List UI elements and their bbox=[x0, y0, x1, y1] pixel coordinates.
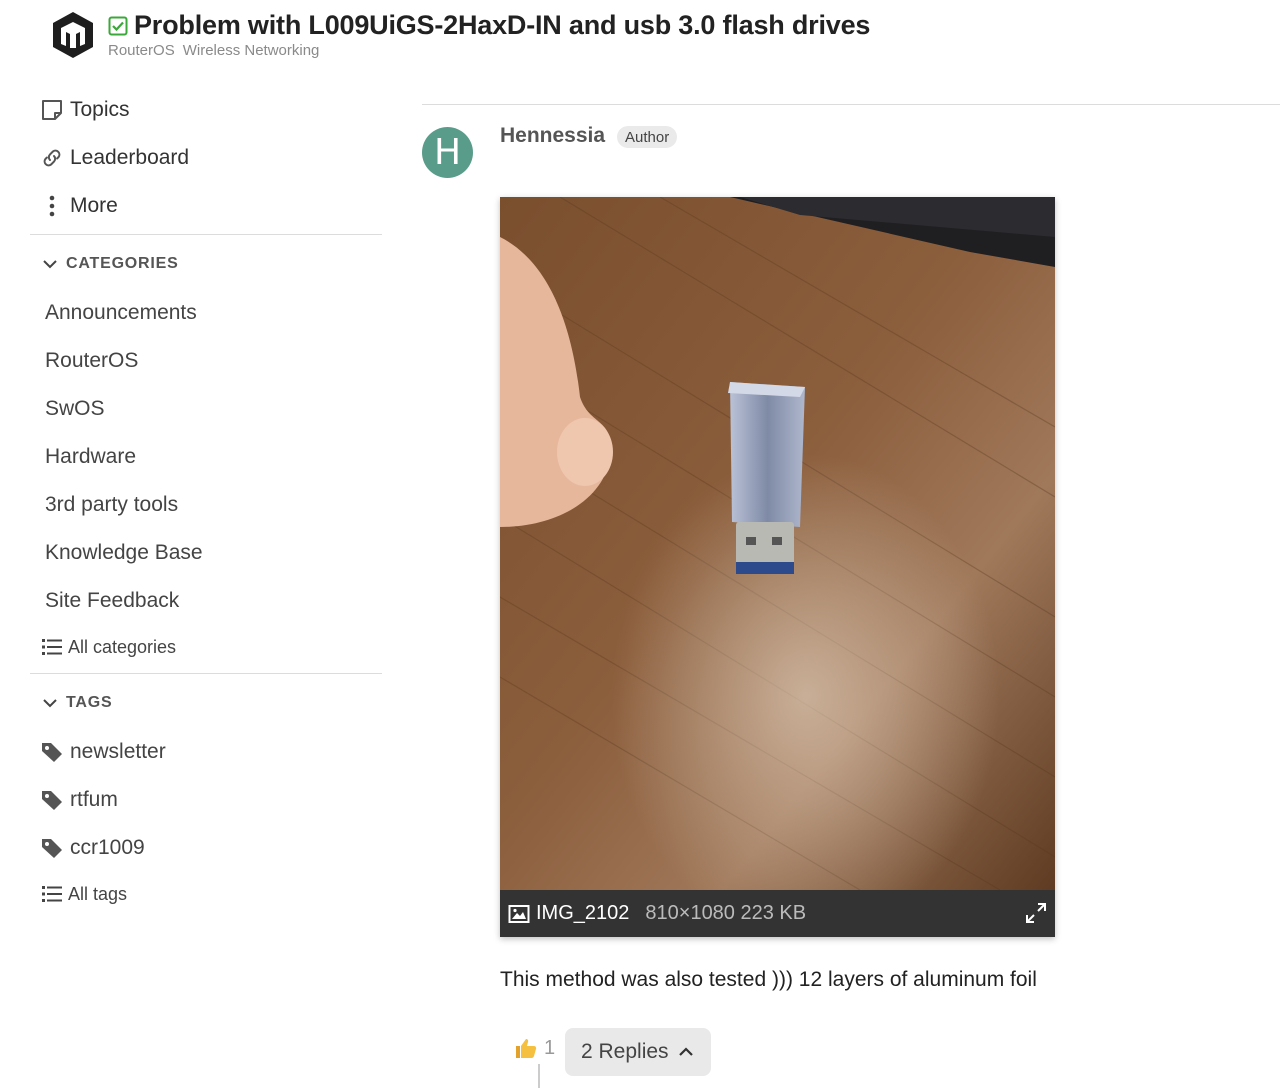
post-body-text: This method was also tested ))) 12 layer… bbox=[500, 968, 1037, 991]
image-filename: IMG_2102 bbox=[536, 902, 630, 924]
image-info: 810×1080 223 KB bbox=[645, 902, 807, 924]
topic-title-row: Problem with L009UiGS-2HaxD-IN and usb 3… bbox=[108, 10, 870, 41]
tags-section-toggle[interactable]: TAGS bbox=[30, 678, 382, 728]
link-icon bbox=[40, 146, 64, 170]
tag-icon bbox=[42, 743, 62, 762]
sidebar-item-leaderboard[interactable]: Leaderboard bbox=[30, 134, 382, 182]
like-count: 1 bbox=[544, 1036, 556, 1059]
topics-icon bbox=[40, 98, 64, 122]
chevron-down-icon bbox=[43, 260, 57, 269]
sidebar-category-site-feedback[interactable]: Site Feedback bbox=[30, 577, 382, 625]
image-icon bbox=[508, 904, 530, 923]
expand-icon[interactable] bbox=[1025, 902, 1047, 924]
list-icon bbox=[42, 639, 62, 655]
categories-heading: CATEGORIES bbox=[66, 255, 179, 272]
usb-drive-photo bbox=[500, 197, 1055, 890]
sidebar-category-3rd-party-tools[interactable]: 3rd party tools bbox=[30, 481, 382, 529]
thumbs-up-icon bbox=[516, 1039, 537, 1058]
sidebar-tag-ccr1009[interactable]: ccr1009 bbox=[30, 824, 382, 872]
all-tags-link[interactable]: All tags bbox=[30, 872, 382, 916]
tag-icon bbox=[42, 839, 62, 858]
avatar[interactable]: H bbox=[422, 127, 473, 178]
image-meta-bar: IMG_2102 810×1080 223 KB bbox=[500, 890, 1055, 937]
sidebar-category-hardware[interactable]: Hardware bbox=[30, 433, 382, 481]
sidebar-category-routeros[interactable]: RouterOS bbox=[30, 337, 382, 385]
mikrotik-logo-icon bbox=[53, 12, 93, 58]
chevron-up-icon bbox=[678, 1047, 693, 1056]
post-divider bbox=[422, 104, 1280, 105]
replies-label: 2 Replies bbox=[581, 1040, 669, 1063]
tags-heading: TAGS bbox=[66, 694, 113, 711]
sidebar-category-swos[interactable]: SwOS bbox=[30, 385, 382, 433]
breadcrumb: RouterOS Wireless Networking bbox=[108, 42, 319, 59]
sidebar-tag-rtfum[interactable]: rtfum bbox=[30, 776, 382, 824]
sidebar-divider bbox=[30, 234, 382, 235]
tag-label: rtfum bbox=[70, 788, 118, 811]
chevron-down-icon bbox=[43, 699, 57, 708]
breadcrumb-category[interactable]: RouterOS bbox=[108, 42, 175, 59]
sidebar-tag-newsletter[interactable]: newsletter bbox=[30, 728, 382, 776]
all-tags-label: All tags bbox=[68, 883, 128, 904]
checkbox-check-icon bbox=[108, 16, 128, 35]
post-image[interactable]: IMG_2102 810×1080 223 KB bbox=[500, 197, 1055, 937]
tag-label: ccr1009 bbox=[70, 836, 145, 859]
sidebar-item-label: Leaderboard bbox=[70, 146, 190, 169]
sidebar-divider bbox=[30, 673, 382, 674]
breadcrumb-subcategory[interactable]: Wireless Networking bbox=[183, 42, 320, 59]
list-icon bbox=[42, 886, 62, 902]
sidebar: Topics Leaderboard More CATEGORIES Annou… bbox=[30, 86, 382, 916]
tag-label: newsletter bbox=[70, 740, 166, 763]
reply-thread-line bbox=[538, 1064, 540, 1088]
sidebar-category-announcements[interactable]: Announcements bbox=[30, 289, 382, 337]
post-username[interactable]: Hennessia bbox=[500, 124, 605, 148]
sidebar-item-topics[interactable]: Topics bbox=[30, 86, 382, 134]
categories-section-toggle[interactable]: CATEGORIES bbox=[30, 239, 382, 289]
sidebar-item-more[interactable]: More bbox=[30, 182, 382, 230]
vertical-ellipsis-icon bbox=[40, 194, 64, 218]
like-button[interactable]: 1 bbox=[514, 1036, 555, 1060]
author-badge: Author bbox=[617, 126, 678, 148]
replies-button[interactable]: 2 Replies bbox=[565, 1028, 711, 1076]
topic-title[interactable]: Problem with L009UiGS-2HaxD-IN and usb 3… bbox=[134, 10, 870, 41]
sidebar-category-knowledge-base[interactable]: Knowledge Base bbox=[30, 529, 382, 577]
site-logo[interactable] bbox=[48, 10, 98, 60]
tag-icon bbox=[42, 791, 62, 810]
sidebar-item-label: Topics bbox=[70, 98, 130, 121]
sidebar-item-label: More bbox=[70, 194, 118, 217]
all-categories-link[interactable]: All categories bbox=[30, 625, 382, 669]
all-categories-label: All categories bbox=[68, 636, 177, 657]
